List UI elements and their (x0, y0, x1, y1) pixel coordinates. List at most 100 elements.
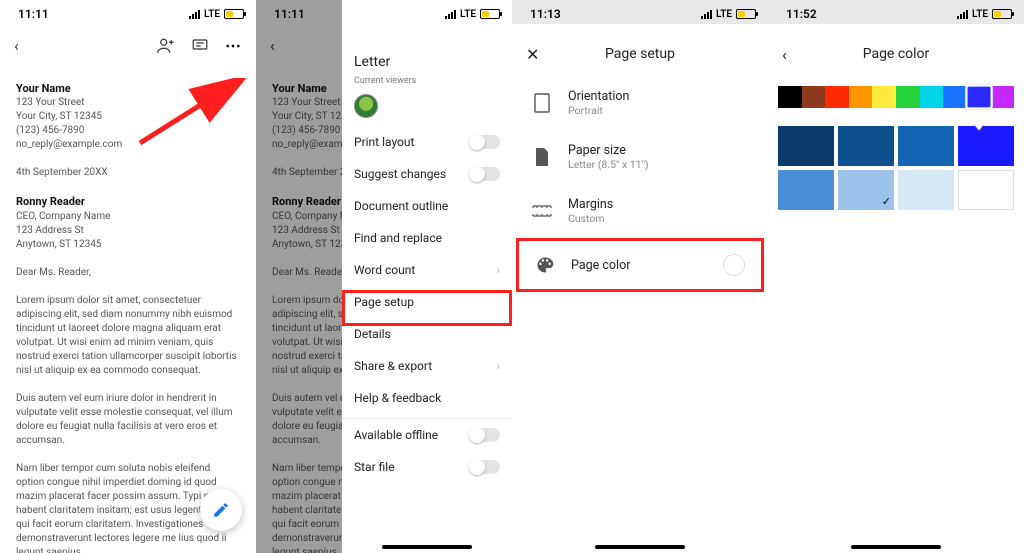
menu-doc-title: Letter (342, 24, 512, 76)
add-person-icon[interactable] (157, 37, 175, 55)
close-icon[interactable]: ✕ (526, 45, 539, 64)
recipient-addr1: 123 Address St (16, 224, 240, 238)
paragraph-1: Lorem ipsum dolor sit amet, consectetuer… (16, 294, 240, 378)
home-indicator (382, 545, 472, 549)
menu-label: Find and replace (354, 231, 442, 245)
menu-star-file[interactable]: Star file (342, 451, 512, 483)
setup-value: Portrait (568, 104, 629, 117)
status-time: 11:13 (530, 7, 561, 21)
recipient-addr2: Anytown, ST 12345 (16, 238, 240, 252)
document-toolbar: ‹ ⋯ (0, 24, 256, 67)
screenshot-page-setup: 11:13 LTE ✕ Page setup Orientation Portr… (512, 0, 768, 553)
shade-swatch[interactable] (898, 170, 954, 210)
status-bar: 11:11 LTE (0, 0, 256, 24)
setup-value: Letter (8.5" x 11") (568, 158, 649, 171)
network-label: LTE (972, 9, 988, 20)
menu-document-outline[interactable]: Document outline (342, 190, 512, 222)
shade-swatch[interactable] (898, 126, 954, 166)
signal-icon (957, 9, 968, 19)
color-strip-swatch[interactable] (990, 86, 1014, 108)
menu-help-feedback[interactable]: Help & feedback (342, 382, 512, 414)
edit-fab[interactable] (200, 489, 242, 531)
check-icon: ✓ (882, 195, 891, 208)
back-icon[interactable]: ‹ (782, 45, 787, 64)
viewer-avatar[interactable] (354, 94, 378, 118)
toggle-off-icon[interactable] (470, 460, 500, 474)
menu-label: Suggest changes (354, 167, 446, 181)
chevron-right-icon: › (496, 263, 500, 277)
color-strip-swatch[interactable] (778, 86, 802, 108)
setup-label: Margins (568, 197, 613, 212)
shade-swatch[interactable] (958, 126, 1014, 166)
menu-label: Word count (354, 263, 415, 277)
menu-share-export[interactable]: Share & export › (342, 350, 512, 382)
sheet-title: Page setup (605, 46, 675, 62)
menu-word-count[interactable]: Word count › (342, 254, 512, 286)
toggle-off-icon[interactable] (470, 167, 500, 181)
menu-label: Star file (354, 460, 395, 474)
palette-icon (535, 255, 555, 275)
highlight-page-setup (342, 290, 512, 326)
battery-icon (480, 9, 500, 19)
screenshot-page-color: 11:52 LTE ‹ Page color ✓ (768, 0, 1024, 553)
selected-pointer-icon (974, 124, 984, 130)
toggle-off-icon[interactable] (470, 428, 500, 442)
shade-swatch[interactable] (778, 170, 834, 210)
color-strip (778, 86, 1014, 108)
margins-icon (532, 205, 552, 217)
toggle-off-icon[interactable] (470, 135, 500, 149)
shade-swatch[interactable]: ✓ (838, 170, 894, 210)
color-strip-swatch[interactable] (943, 86, 967, 108)
color-strip-swatch[interactable] (872, 86, 896, 108)
color-strip-swatch[interactable] (825, 86, 849, 108)
color-strip-swatch[interactable] (920, 86, 944, 108)
salutation: Dear Ms. Reader, (16, 266, 240, 280)
signal-icon (445, 9, 456, 19)
color-strip-swatch[interactable] (849, 86, 873, 108)
current-color-swatch (723, 254, 745, 276)
setup-label: Orientation (568, 89, 629, 104)
current-viewers-label: Current viewers (342, 76, 512, 90)
color-strip-swatch[interactable] (965, 84, 992, 109)
network-label: LTE (716, 9, 732, 20)
menu-find-replace[interactable]: Find and replace (342, 222, 512, 254)
menu-label: Available offline (354, 428, 438, 442)
battery-icon (224, 9, 244, 19)
screenshot-document-view: 11:11 LTE ‹ ⋯ Your Name 123 Your Street … (0, 0, 256, 553)
status-time: 11:52 (786, 7, 817, 21)
sheet-header: ✕ Page setup (512, 34, 768, 76)
more-menu-icon[interactable]: ⋯ (225, 36, 242, 55)
pencil-icon (212, 501, 230, 519)
menu-label: Details (354, 327, 391, 341)
setup-paper-size[interactable]: Paper size Letter (8.5" x 11") (512, 130, 768, 184)
menu-suggest-changes[interactable]: Suggest changes (342, 158, 512, 190)
status-bar: LTE (342, 0, 512, 24)
color-strip-swatch[interactable] (896, 86, 920, 108)
shade-swatch[interactable] (958, 170, 1014, 210)
recipient-name: Ronny Reader (16, 194, 240, 209)
setup-margins[interactable]: Margins Custom (512, 184, 768, 238)
back-icon[interactable]: ‹ (14, 36, 19, 55)
shade-swatch[interactable] (838, 126, 894, 166)
menu-label: Print layout (354, 135, 414, 149)
setup-orientation[interactable]: Orientation Portrait (512, 76, 768, 130)
paper-icon (532, 147, 552, 167)
setup-page-color[interactable]: Page color (519, 241, 761, 289)
menu-print-layout[interactable]: Print layout (342, 126, 512, 158)
shade-swatch[interactable] (778, 126, 834, 166)
status-time: 11:11 (18, 7, 49, 21)
comment-icon[interactable] (191, 37, 209, 55)
sheet-title: Page color (863, 46, 930, 62)
network-label: LTE (204, 9, 220, 20)
menu-label: Help & feedback (354, 391, 441, 405)
annotation-arrow (135, 78, 255, 148)
setup-label: Page color (571, 258, 630, 273)
network-label: LTE (460, 9, 476, 20)
menu-available-offline[interactable]: Available offline (342, 419, 512, 451)
orientation-icon (532, 93, 552, 113)
screenshot-overflow-menu: 11:11 LTE ‹ Your Name 123 Your Street Yo… (256, 0, 512, 553)
signal-icon (701, 9, 712, 19)
menu-label: Share & export (354, 359, 432, 373)
color-strip-swatch[interactable] (802, 86, 826, 108)
status-bar: 11:13 LTE (512, 0, 768, 24)
